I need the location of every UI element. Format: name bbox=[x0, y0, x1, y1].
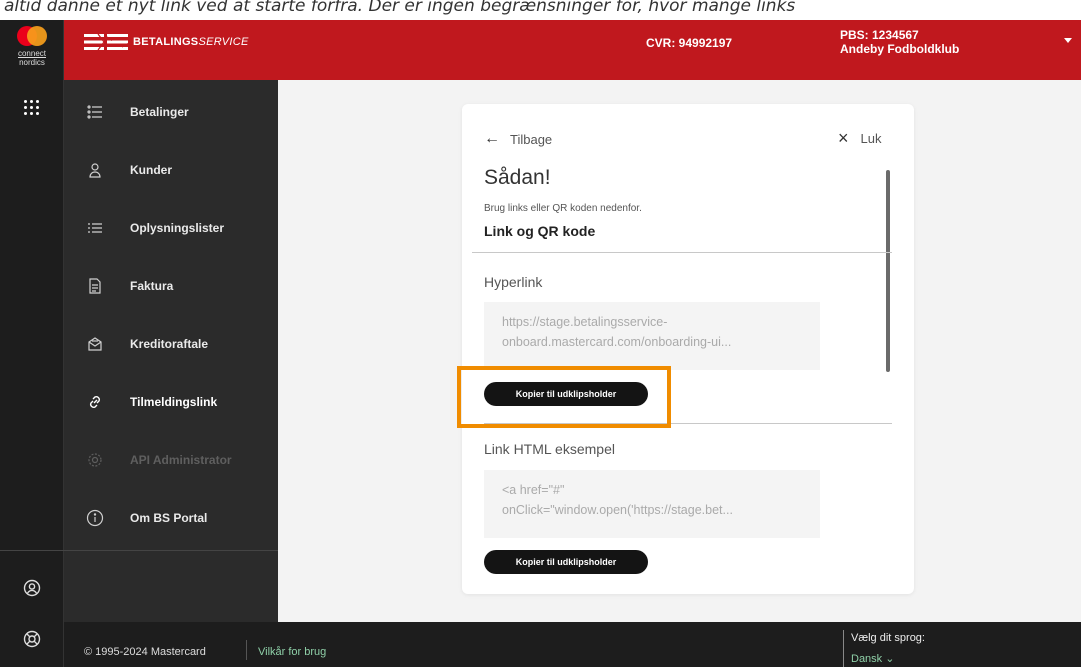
pbs-number: PBS: 1234567 bbox=[840, 28, 919, 42]
scrollbar-thumb[interactable] bbox=[886, 170, 890, 372]
hyperlink-line-2: onboard.mastercard.com/onboarding-ui... bbox=[502, 335, 732, 349]
sidebar-item-label: API Administrator bbox=[130, 453, 232, 467]
sidebar-item-label: Om BS Portal bbox=[130, 511, 208, 525]
user-circle-icon[interactable] bbox=[22, 578, 42, 598]
arrow-left-icon: ← bbox=[484, 130, 500, 147]
list-bullets-icon bbox=[86, 219, 104, 237]
brand-name-light: SERVICE bbox=[198, 36, 249, 48]
sidebar-divider bbox=[64, 550, 278, 551]
panel-title: Sådan! bbox=[484, 166, 551, 189]
connect-nordics-brand: connect nordics bbox=[0, 49, 64, 67]
document-icon bbox=[86, 277, 104, 295]
language-divider bbox=[843, 630, 844, 667]
hyperlink-line-1: https://stage.betalingsservice- bbox=[502, 315, 668, 329]
top-header-bar: BETALINGSSERVICE CVR: 94992197 PBS: 1234… bbox=[64, 20, 1081, 80]
sidebar-item-label: Betalinger bbox=[130, 105, 189, 119]
hyperlink-label: Hyperlink bbox=[484, 274, 543, 290]
html-example-line-1: <a href="#" bbox=[502, 483, 565, 497]
envelope-icon bbox=[86, 335, 104, 353]
sidebar-item-label: Kreditoraftale bbox=[130, 337, 209, 351]
apps-grid-icon[interactable] bbox=[22, 98, 42, 118]
hyperlink-field[interactable]: https://stage.betalingsservice- onboard.… bbox=[484, 302, 820, 370]
person-icon bbox=[86, 161, 104, 179]
sidebar-item-oplysningslister[interactable]: Oplysningslister bbox=[64, 208, 278, 248]
sidebar-item-label: Faktura bbox=[130, 279, 174, 293]
sidebar-item-om-bs-portal[interactable]: Om BS Portal bbox=[64, 498, 278, 538]
sidebar-item-kunder[interactable]: Kunder bbox=[64, 150, 278, 190]
sidebar-item-label: Tilmeldingslink bbox=[130, 395, 218, 409]
cvr-number: CVR: 94992197 bbox=[646, 36, 733, 50]
organization-name: Andeby Fodboldklub bbox=[840, 42, 960, 56]
gear-icon bbox=[86, 451, 104, 469]
section-heading: Link og QR kode bbox=[484, 223, 596, 239]
back-button[interactable]: ← Tilbage bbox=[484, 130, 552, 148]
brand-line-connect: connect bbox=[17, 49, 47, 58]
heading-divider bbox=[472, 252, 892, 253]
sidebar-item-betalinger[interactable]: Betalinger bbox=[64, 92, 278, 132]
html-example-field[interactable]: <a href="#" onClick="window.open('https:… bbox=[484, 470, 820, 538]
betalingsservice-logo bbox=[84, 33, 128, 51]
language-select[interactable]: Dansk ⌄ bbox=[851, 652, 894, 665]
sidebar-item-kreditoraftale[interactable]: Kreditoraftale bbox=[64, 324, 278, 364]
sidebar-item-api-administrator: API Administrator bbox=[64, 440, 278, 480]
terms-link[interactable]: Vilkår for brug bbox=[258, 646, 326, 658]
link-qr-panel: ← Tilbage × Luk Sådan! Brug links eller … bbox=[462, 104, 914, 594]
html-example-line-2: onClick="window.open('https://stage.bet.… bbox=[502, 503, 733, 517]
instruction-banner: altid danne et nyt link ved at starte fo… bbox=[4, 0, 796, 16]
copyright-text: © 1995-2024 Mastercard bbox=[84, 646, 206, 658]
footer: © 1995-2024 Mastercard Vilkår for brug V… bbox=[64, 622, 1081, 667]
close-label: Luk bbox=[860, 130, 882, 146]
footer-divider bbox=[246, 640, 247, 660]
language-title: Vælg dit sprog: bbox=[851, 632, 925, 644]
app-rail: connect nordics bbox=[0, 20, 64, 667]
info-icon bbox=[86, 509, 104, 527]
copy-html-button[interactable]: Kopier til udklipsholder bbox=[484, 550, 648, 574]
rail-divider bbox=[0, 550, 64, 551]
brand-line-nordics: nordics bbox=[19, 58, 45, 67]
close-button[interactable]: × Luk bbox=[838, 128, 882, 148]
back-label: Tilbage bbox=[510, 131, 553, 147]
html-example-label: Link HTML eksempel bbox=[484, 441, 615, 457]
brand-name-bold: BETALINGS bbox=[133, 36, 199, 48]
panel-subtitle: Brug links eller QR koden nedenfor. bbox=[484, 203, 642, 214]
brand-name: BETALINGSSERVICE bbox=[133, 36, 249, 48]
mastercard-logo bbox=[17, 26, 47, 46]
list-icon bbox=[86, 103, 104, 121]
sidebar-item-tilmeldingslink[interactable]: Tilmeldingslink bbox=[64, 382, 278, 422]
help-lifebuoy-icon[interactable] bbox=[22, 629, 42, 649]
account-menu[interactable]: PBS: 1234567 Andeby Fodboldklub bbox=[840, 28, 959, 56]
highlight-box bbox=[457, 366, 671, 428]
sidebar-nav: Betalinger Kunder Oplysningslister Faktu… bbox=[64, 80, 278, 622]
link-icon bbox=[86, 393, 104, 411]
sidebar-item-label: Kunder bbox=[130, 163, 172, 177]
close-icon: × bbox=[838, 128, 849, 148]
chevron-down-icon[interactable] bbox=[1064, 38, 1072, 43]
sidebar-item-faktura[interactable]: Faktura bbox=[64, 266, 278, 306]
sidebar-item-label: Oplysningslister bbox=[130, 221, 225, 235]
